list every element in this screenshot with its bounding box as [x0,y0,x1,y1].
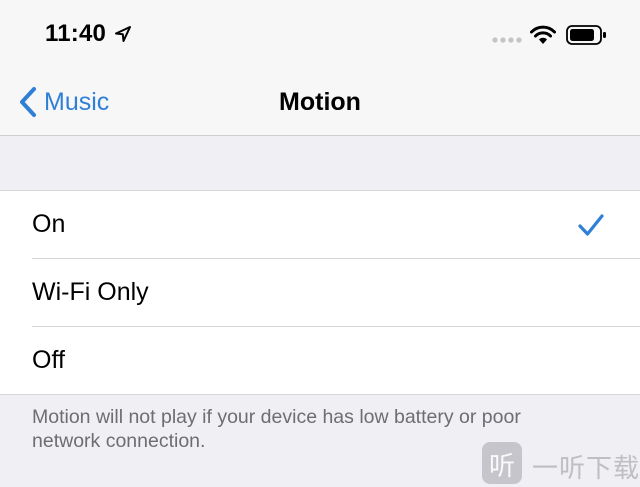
watermark-text: 一听下载 [532,454,640,484]
option-label: On [32,210,66,238]
battery-icon [566,25,606,45]
checkmark-icon [578,214,604,236]
watermark: 听 一听下载 [478,440,640,487]
status-time: 11:40 [45,20,107,47]
option-label: Off [32,346,65,374]
watermark-glyph: 听 [488,452,515,482]
option-wifi-only[interactable]: Wi-Fi Only [0,259,640,326]
page-title: Motion [279,88,361,116]
wifi-icon [530,25,556,44]
location-arrow-icon [115,26,131,42]
option-label: Wi-Fi Only [32,278,149,306]
motion-options-list: On Wi-Fi Only Off [0,190,640,395]
navigation-bar: Music Motion [0,68,640,135]
signal-icon [492,37,522,43]
option-on[interactable]: On [0,191,640,258]
status-bar: 11:40 [0,0,640,68]
option-off[interactable]: Off [0,327,640,394]
top-bar: 11:40 Music Motion [0,0,640,136]
